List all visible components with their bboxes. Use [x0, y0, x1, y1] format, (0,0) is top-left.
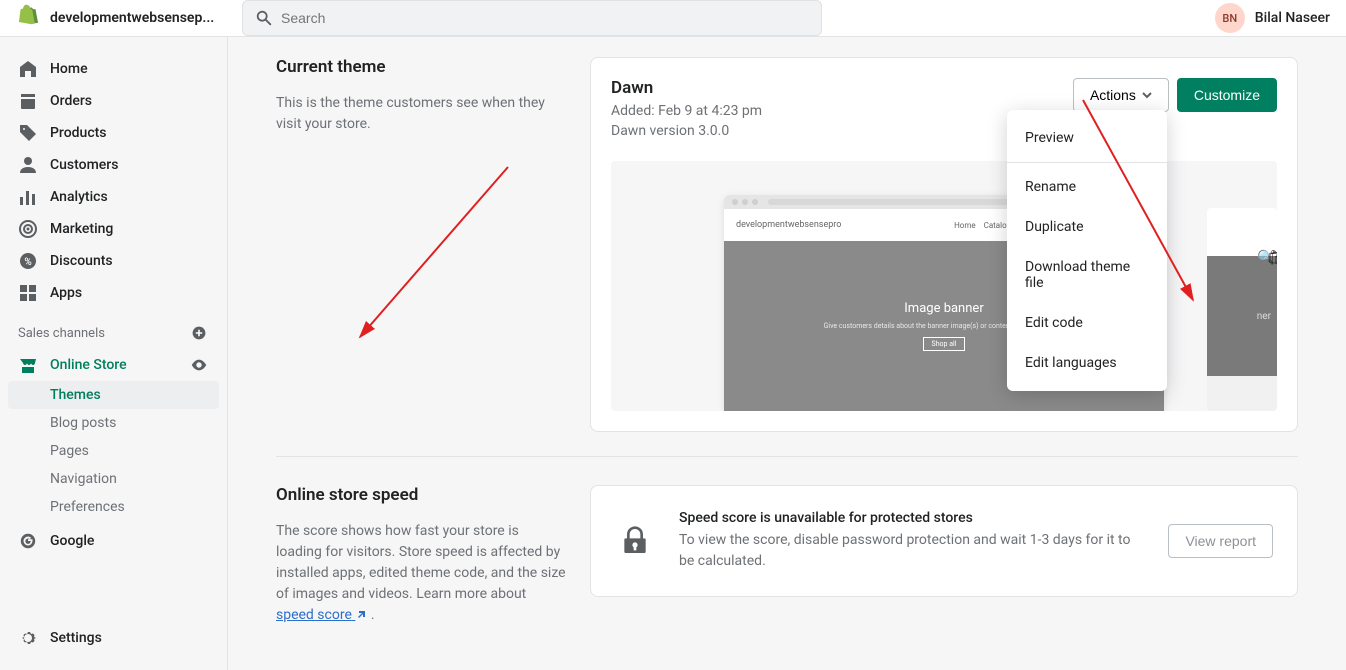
svg-text:%: % — [24, 257, 31, 268]
sidebar-sub-blog-posts[interactable]: Blog posts — [8, 409, 219, 437]
speed-section-info: Online store speed The score shows how f… — [276, 485, 566, 626]
theme-card: Dawn Added: Feb 9 at 4:23 pm Dawn versio… — [590, 57, 1298, 432]
actions-dropdown: Preview Rename Duplicate Download theme … — [1007, 110, 1167, 391]
sidebar-item-discounts[interactable]: % Discounts — [8, 245, 219, 277]
sidebar-item-apps[interactable]: Apps — [8, 277, 219, 309]
search-wrap — [242, 0, 822, 36]
sidebar-item-google[interactable]: Google — [8, 525, 219, 557]
dropdown-preview[interactable]: Preview — [1007, 118, 1167, 158]
shopify-logo — [16, 4, 40, 32]
actions-button[interactable]: Actions — [1073, 78, 1169, 112]
search-icon — [255, 9, 273, 27]
sidebar-item-label: Discounts — [50, 253, 113, 269]
sidebar-sub-pages[interactable]: Pages — [8, 437, 219, 465]
view-store-icon[interactable] — [189, 355, 209, 375]
user-name: Bilal Naseer — [1255, 10, 1330, 26]
sidebar-item-settings[interactable]: Settings — [8, 622, 219, 654]
sidebar-item-label: Analytics — [50, 189, 108, 205]
dropdown-duplicate[interactable]: Duplicate — [1007, 207, 1167, 247]
sidebar-item-label: Google — [50, 533, 94, 549]
theme-section-info: Current theme This is the theme customer… — [276, 57, 566, 432]
sidebar-item-label: Products — [50, 125, 107, 141]
sidebar-sub-navigation[interactable]: Navigation — [8, 465, 219, 493]
divider — [276, 456, 1298, 457]
customers-icon — [18, 155, 38, 175]
logo-group: developmentwebsensep... — [16, 4, 226, 32]
speed-card: Speed score is unavailable for protected… — [590, 485, 1298, 597]
theme-preview: developmentwebsensepro HomeCatalog 🔍🛍 Im… — [611, 161, 1277, 411]
apps-icon — [18, 283, 38, 303]
sidebar-item-label: Home — [50, 61, 88, 77]
sidebar-item-analytics[interactable]: Analytics — [8, 181, 219, 213]
side-preview: 🔍🛍 ner — [1207, 208, 1277, 411]
store-icon — [18, 355, 38, 375]
sidebar-item-label: Online Store — [50, 357, 127, 373]
chevron-down-icon — [1142, 90, 1152, 100]
user-menu[interactable]: BN Bilal Naseer — [1215, 3, 1330, 33]
sidebar-item-label: Marketing — [50, 221, 113, 237]
sidebar-sub-preferences[interactable]: Preferences — [8, 493, 219, 521]
theme-name: Dawn — [611, 78, 762, 98]
dropdown-edit-languages[interactable]: Edit languages — [1007, 343, 1167, 383]
search-box[interactable] — [242, 0, 822, 36]
home-icon — [18, 59, 38, 79]
sidebar-item-customers[interactable]: Customers — [8, 149, 219, 181]
sidebar-item-marketing[interactable]: Marketing — [8, 213, 219, 245]
external-link-icon — [355, 609, 367, 621]
view-report-button[interactable]: View report — [1168, 524, 1273, 558]
sidebar-sub-themes[interactable]: Themes — [8, 381, 219, 409]
analytics-icon — [18, 187, 38, 207]
theme-version: Dawn version 3.0.0 — [611, 122, 762, 142]
products-icon — [18, 123, 38, 143]
sidebar-item-home[interactable]: Home — [8, 53, 219, 85]
gear-icon — [18, 628, 38, 648]
orders-icon — [18, 91, 38, 111]
speed-desc: To view the score, disable password prot… — [679, 530, 1144, 572]
customize-button[interactable]: Customize — [1177, 78, 1277, 112]
theme-info: Dawn Added: Feb 9 at 4:23 pm Dawn versio… — [611, 78, 762, 141]
sidebar-item-products[interactable]: Products — [8, 117, 219, 149]
sidebar-item-online-store[interactable]: Online Store — [8, 349, 219, 381]
section-description: The score shows how fast your store is l… — [276, 521, 566, 626]
marketing-icon — [18, 219, 38, 239]
section-heading: Online store speed — [276, 485, 566, 505]
dropdown-download[interactable]: Download theme file — [1007, 247, 1167, 303]
search-input[interactable] — [281, 10, 809, 26]
section-heading: Current theme — [276, 57, 566, 77]
lock-icon — [615, 525, 655, 557]
banner-text: Image banner — [904, 301, 983, 316]
section-description: This is the theme customers see when the… — [276, 93, 566, 135]
google-icon — [18, 531, 38, 551]
avatar: BN — [1215, 3, 1245, 33]
speed-title: Speed score is unavailable for protected… — [679, 510, 1144, 526]
dropdown-rename[interactable]: Rename — [1007, 167, 1167, 207]
speed-score-link[interactable]: speed score — [276, 607, 367, 623]
sidebar-item-label: Customers — [50, 157, 118, 173]
sales-channels-header: Sales channels — [8, 309, 219, 349]
store-name[interactable]: developmentwebsensep... — [50, 10, 214, 26]
discounts-icon: % — [18, 251, 38, 271]
sidebar-item-orders[interactable]: Orders — [8, 85, 219, 117]
sidebar: Home Orders Products Customers Analytics… — [0, 37, 228, 670]
add-channel-icon[interactable] — [189, 323, 209, 343]
content-area: Current theme This is the theme customer… — [228, 37, 1346, 670]
topbar: developmentwebsensep... BN Bilal Naseer — [0, 0, 1346, 37]
sidebar-item-label: Orders — [50, 93, 92, 109]
sidebar-item-label: Apps — [50, 285, 82, 301]
sidebar-item-label: Settings — [50, 630, 102, 646]
dropdown-edit-code[interactable]: Edit code — [1007, 303, 1167, 343]
theme-added: Added: Feb 9 at 4:23 pm — [611, 102, 762, 122]
